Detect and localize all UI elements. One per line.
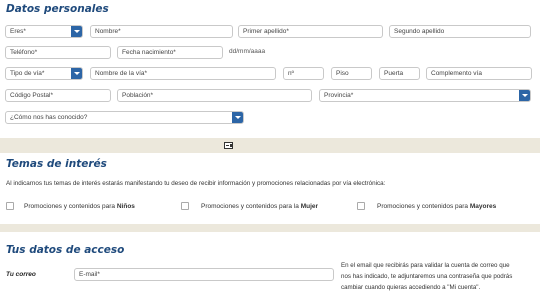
segundo-apellido-field[interactable]: Segundo apellido [389,25,531,38]
telefono-field[interactable]: Teléfono* [5,46,111,59]
email-label: Tu correo [6,271,36,278]
option-mujer-label: Promociones y contenidos para la Mujer [201,203,319,210]
interest-description: Al indicarnos tus temas de interés estar… [6,180,386,187]
chevron-down-icon[interactable] [71,26,82,37]
chevron-down-icon[interactable] [519,90,530,101]
section-divider [0,138,540,153]
checkbox-mayores[interactable] [357,202,365,210]
numero-field[interactable]: nº [283,67,324,80]
como-conocido-select[interactable]: ¿Cómo nos has conocido? [5,111,244,124]
card-icon [224,142,233,149]
codigo-postal-field[interactable]: Código Postal* [5,89,111,102]
option-mayores-label: Promociones y contenidos para Mayores [377,203,497,210]
tipo-via-value: Tipo de vía* [10,70,45,77]
complemento-via-field[interactable]: Complemento vía [426,67,532,80]
primer-apellido-field[interactable]: Primer apellido* [238,25,383,38]
section-title-access: Tus datos de acceso [6,244,125,256]
date-format-hint: dd/mm/aaaa [229,48,266,55]
eres-select[interactable]: Eres* [5,25,83,38]
checkbox-ninos[interactable] [6,202,14,210]
option-ninos-label: Promociones y contenidos para Niños [24,203,135,210]
tipo-via-select[interactable]: Tipo de vía* [5,67,83,80]
fecha-nacimiento-field[interactable]: Fecha nacimiento* [117,46,223,59]
provincia-value: Provincia* [324,92,354,99]
provincia-select[interactable]: Provincia* [319,89,531,102]
eres-select-value: Eres* [10,28,26,35]
como-conocido-value: ¿Cómo nos has conocido? [10,114,88,121]
puerta-field[interactable]: Puerta [379,67,420,80]
section-title-interest: Temas de interés [6,158,107,170]
nombre-via-field[interactable]: Nombre de la vía* [90,67,276,80]
chevron-down-icon[interactable] [71,68,82,79]
nombre-field[interactable]: Nombre* [90,25,233,38]
section-title-personal: Datos personales [6,3,109,15]
access-note: En el email que recibirás para validar l… [341,262,513,291]
email-field[interactable]: E-mail* [74,268,334,281]
piso-field[interactable]: Piso [331,67,372,80]
poblacion-field[interactable]: Población* [117,89,312,102]
checkbox-mujer[interactable] [181,202,189,210]
chevron-down-icon[interactable] [232,112,243,123]
section-divider [0,224,540,232]
